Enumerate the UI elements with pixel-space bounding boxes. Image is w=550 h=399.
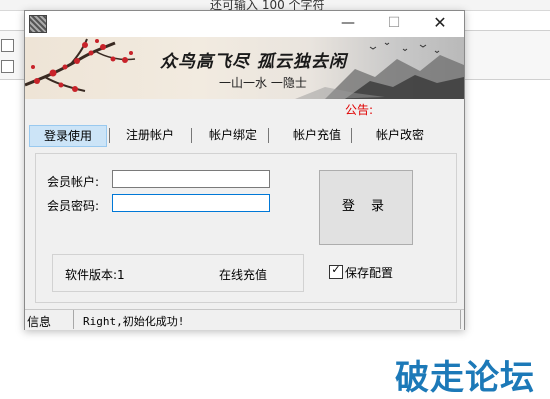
login-button[interactable]: 登 录 [319, 170, 413, 245]
status-cell-label: 信息 [25, 310, 74, 329]
login-panel: 会员帐户: 会员密码: 登 录 软件版本:1 在线充值 ✓ 保存配置 [35, 153, 457, 303]
window-titlebar[interactable]: — ☐ ✕ [25, 11, 464, 37]
tab-recharge[interactable]: 帐户充值 [279, 125, 355, 145]
save-config-checkbox[interactable]: ✓ [329, 263, 343, 279]
status-cell-message: Right,初始化成功! [74, 310, 461, 329]
notice-label: 公告: [345, 103, 374, 117]
banner-image: 众鸟高飞尽 孤云独去闲 一山一水 一隐士 [25, 37, 464, 99]
status-label: 信息 [27, 315, 52, 329]
minimize-button[interactable]: — [325, 11, 371, 37]
account-input[interactable] [112, 170, 270, 188]
tab-register[interactable]: 注册帐户 [112, 125, 188, 145]
tab-separator [351, 128, 352, 143]
image-icon[interactable] [1, 60, 14, 73]
status-bar: 信息 Right,初始化成功! [25, 309, 464, 330]
version-label: 软件版本:1 [65, 268, 125, 282]
online-recharge-link[interactable]: 在线充值 [219, 266, 267, 283]
save-config-label[interactable]: 保存配置 [345, 264, 393, 281]
tab-bind-account[interactable]: 帐户绑定 [195, 125, 271, 145]
app-icon [29, 15, 47, 33]
banner-title: 众鸟高飞尽 孤云独去闲 [160, 52, 347, 72]
password-input[interactable] [112, 194, 270, 212]
align-icon[interactable] [1, 39, 14, 52]
tab-separator [268, 128, 269, 143]
login-window: — ☐ ✕ 众鸟高飞尽 孤云独去闲 一山一水 一隐士 公告: 登录使用 注册帐户… [24, 10, 465, 330]
watermark-logo-text: 破走论坛 [395, 358, 535, 398]
maximize-button[interactable]: ☐ [371, 11, 417, 37]
password-label: 会员密码: [47, 199, 100, 213]
tab-login[interactable]: 登录使用 [29, 125, 107, 147]
tab-strip: 登录使用 注册帐户 帐户绑定 帐户充值 帐户改密 [25, 125, 464, 147]
tab-separator [191, 128, 192, 143]
tab-change-password[interactable]: 帐户改密 [362, 125, 438, 145]
banner-subtitle: 一山一水 一隐士 [219, 76, 307, 90]
checkmark-icon: ✓ [331, 263, 341, 276]
tab-separator [109, 128, 110, 143]
close-button[interactable]: ✕ [417, 11, 463, 37]
status-message: Right,初始化成功! [83, 315, 185, 328]
version-subpanel: 软件版本:1 在线充值 [52, 254, 304, 292]
account-label: 会员帐户: [47, 175, 100, 189]
